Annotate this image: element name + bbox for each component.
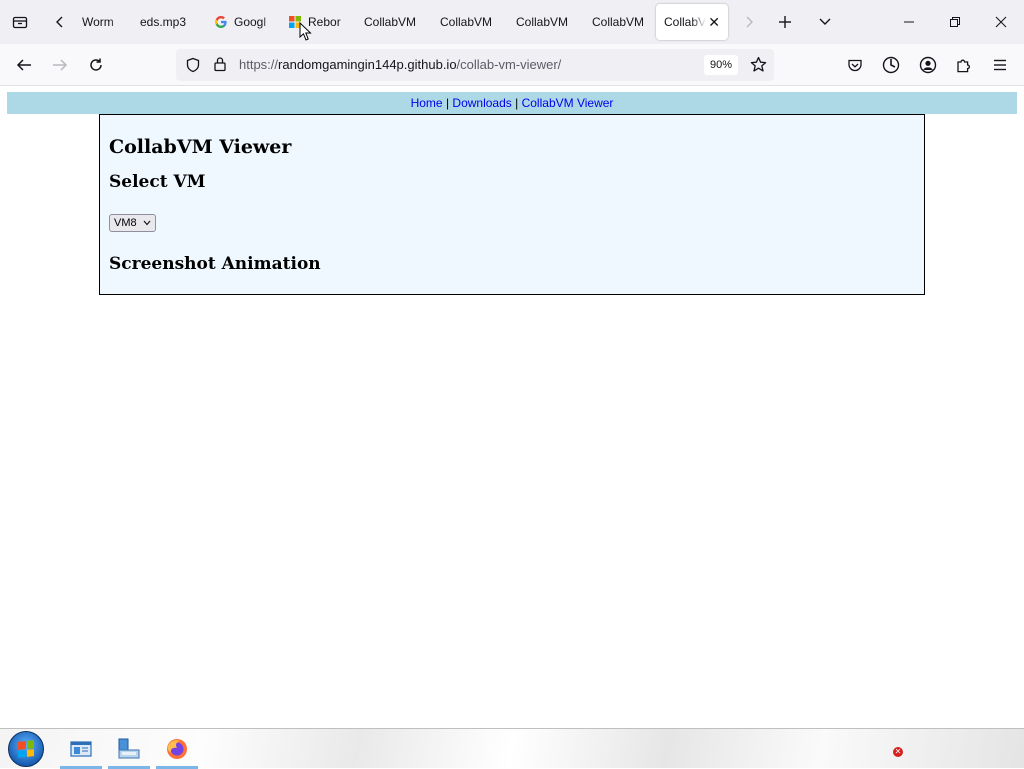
extensions-puzzle-icon[interactable] (948, 49, 980, 81)
tab-label: CollabVM (592, 15, 645, 29)
tab-label: CollabVM (364, 15, 417, 29)
start-button-icon[interactable] (8, 731, 44, 767)
hamburger-menu-icon[interactable] (984, 49, 1016, 81)
restore-icon[interactable] (932, 0, 978, 44)
reload-icon[interactable] (80, 49, 112, 81)
tab-label: CollabVM (440, 15, 493, 29)
site-navigation: Home | Downloads | CollabVM Viewer (7, 92, 1017, 114)
lock-icon[interactable] (213, 56, 227, 76)
navigation-toolbar: https://randomgamingin144p.github.io/col… (0, 44, 1024, 86)
url-path: /collab-vm-viewer/ (456, 57, 562, 72)
scroll-tabs-left-icon[interactable] (44, 6, 76, 38)
new-tab-icon[interactable] (769, 6, 801, 38)
tray-error-icon[interactable]: ✕ (893, 747, 903, 757)
tab-label: CollabVM (516, 15, 569, 29)
url-text[interactable]: https://randomgamingin144p.github.io/col… (239, 57, 561, 72)
taskbar-explorer-window-icon[interactable] (60, 729, 102, 769)
account-icon[interactable] (912, 49, 944, 81)
nav-separator: | (515, 96, 519, 110)
tab-label: eds.mp3 (140, 15, 187, 29)
tracking-protection-shield-icon[interactable] (185, 57, 201, 77)
url-host: randomgamingin144p.github.io (278, 57, 457, 72)
url-scheme: https:// (239, 57, 279, 72)
tab-strip: Worm eds.mp3 Googl Rebor CollabVM Collab… (0, 0, 1024, 44)
taskbar-file-manager-icon[interactable] (108, 729, 150, 769)
zoom-level-badge[interactable]: 90% (704, 55, 739, 75)
scroll-tabs-right-icon[interactable] (733, 6, 765, 38)
page-title: CollabVM Viewer (109, 136, 292, 158)
tab-google[interactable]: Googl (200, 4, 276, 40)
close-window-icon[interactable] (978, 0, 1024, 44)
vm-select-value: VM8 (114, 217, 137, 229)
pocket-icon[interactable] (839, 49, 871, 81)
nav-link-home[interactable]: Home (411, 96, 443, 110)
tab-groups-icon[interactable] (4, 6, 36, 38)
tab-collabvm-1[interactable]: CollabVM (352, 4, 428, 40)
google-icon (214, 15, 228, 29)
close-tab-icon[interactable]: ✕ (708, 14, 720, 31)
minimize-icon[interactable] (886, 0, 932, 44)
nav-separator: | (445, 96, 450, 110)
viewer-panel: CollabVM Viewer Select VM VM8 Screenshot… (99, 114, 925, 295)
taskbar: ✕ (0, 728, 1024, 769)
nav-link-collabvm-viewer[interactable]: CollabVM Viewer (522, 96, 614, 110)
tab-eds-mp3[interactable]: eds.mp3 (124, 4, 200, 40)
select-vm-heading: Select VM (109, 172, 206, 192)
nav-link-downloads[interactable]: Downloads (452, 96, 511, 110)
tab-worm[interactable]: Worm (76, 4, 124, 40)
chevron-down-icon (143, 218, 151, 228)
tab-collabvm-3[interactable]: CollabVM (504, 4, 580, 40)
tab-reborn[interactable]: Rebor (276, 4, 352, 40)
timer-extension-icon[interactable] (875, 49, 907, 81)
forward-arrow-icon[interactable] (44, 49, 76, 81)
tab-label: Worm (82, 15, 114, 29)
screenshot-animation-heading: Screenshot Animation (109, 254, 321, 274)
address-bar[interactable]: https://randomgamingin144p.github.io/col… (176, 49, 774, 81)
tab-collabvm-4[interactable]: CollabVM (580, 4, 656, 40)
vm-select-dropdown[interactable]: VM8 (109, 214, 156, 232)
list-all-tabs-icon[interactable] (809, 6, 841, 38)
back-arrow-icon[interactable] (8, 49, 40, 81)
taskbar-firefox-icon[interactable] (156, 729, 198, 769)
tab-list: Worm eds.mp3 Googl Rebor CollabVM Collab… (76, 4, 728, 40)
bookmark-star-icon[interactable] (750, 56, 767, 77)
tab-collabvm-2[interactable]: CollabVM (428, 4, 504, 40)
tab-collabvm-active[interactable]: CollabV ✕ (656, 4, 728, 40)
